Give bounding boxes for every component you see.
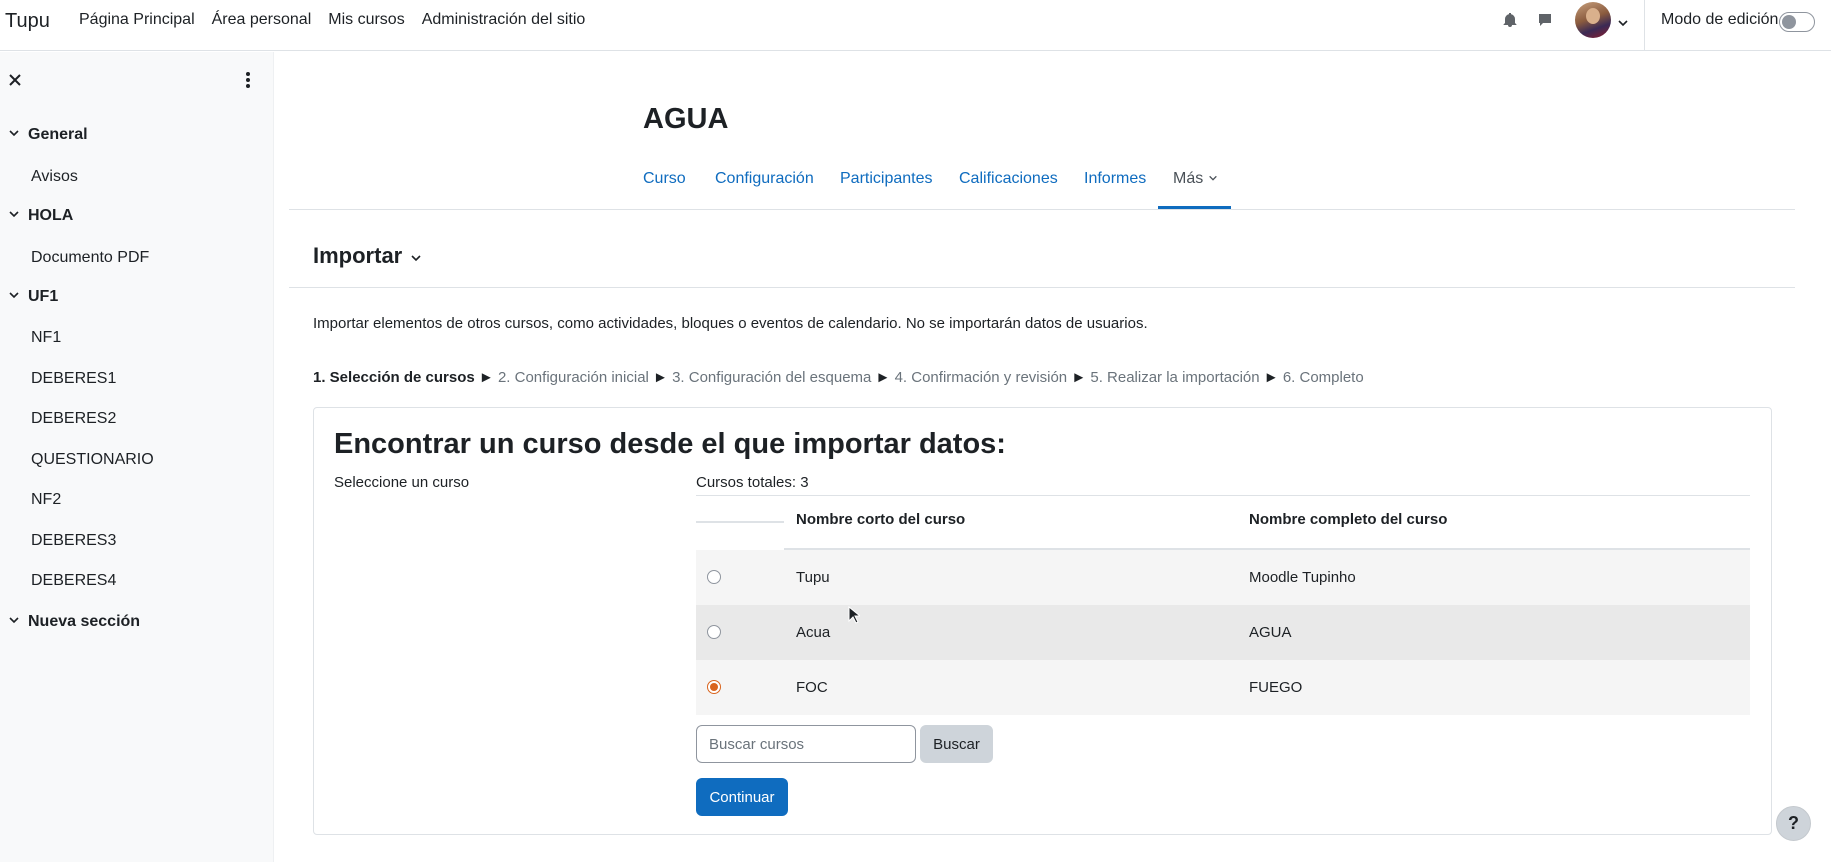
table-header-row: Nombre corto del curso Nombre completo d… (696, 496, 1750, 550)
step-separator: ► (478, 369, 494, 386)
page-title-selector[interactable]: Importar (313, 243, 422, 269)
sidebar-item[interactable]: Avisos (31, 168, 78, 186)
course-title: AGUA (643, 103, 729, 135)
chat-icon[interactable] (1535, 10, 1555, 30)
tab-more-label: Más (1173, 170, 1204, 187)
tab-settings[interactable]: Configuración (715, 170, 814, 188)
page-title: Importar (313, 243, 403, 268)
chevron-down-icon (1208, 175, 1217, 181)
sidebar-item[interactable]: DEBERES3 (31, 532, 116, 550)
user-avatar[interactable] (1575, 2, 1611, 38)
heading-divider (289, 287, 1795, 288)
sidebar-section-nueva-seccion[interactable]: Nueva sección (8, 613, 140, 631)
active-tab-indicator (1158, 206, 1231, 209)
step-separator: ► (875, 369, 891, 386)
course-search-title: Encontrar un curso desde el que importar… (334, 428, 1006, 460)
course-fullname: AGUA (1249, 624, 1292, 641)
sidebar-item[interactable]: DEBERES4 (31, 572, 116, 590)
bell-icon[interactable] (1500, 10, 1520, 30)
course-fullname: FUEGO (1249, 679, 1303, 696)
step-5: 5. Realizar la importación (1090, 369, 1260, 386)
course-search-input[interactable] (696, 725, 916, 763)
top-navbar: Tupu Página Principal Área personal Mis … (0, 0, 1831, 51)
step-1: 1. Selección de cursos (313, 369, 475, 386)
tab-reports[interactable]: Informes (1084, 170, 1146, 188)
import-intro-text: Importar elementos de otros cursos, como… (313, 315, 1148, 332)
step-separator: ► (1071, 369, 1087, 386)
kebab-menu-icon[interactable] (241, 70, 255, 90)
tab-more[interactable]: Más (1173, 170, 1218, 188)
nav-link-my-courses[interactable]: Mis cursos (328, 11, 404, 29)
course-index-drawer: General Avisos HOLA Documento PDF UF1 NF… (0, 52, 274, 862)
sidebar-item[interactable]: QUESTIONARIO (31, 451, 154, 469)
course-shortname: Tupu (796, 569, 830, 586)
import-progress-steps: 1. Selección de cursos ► 2. Configuració… (313, 369, 1364, 386)
sidebar-section-uf1[interactable]: UF1 (8, 288, 58, 306)
step-separator: ► (1263, 369, 1279, 386)
table-row[interactable]: Tupu Moodle Tupinho (696, 550, 1750, 605)
sidebar-item[interactable]: DEBERES1 (31, 370, 116, 388)
course-shortname: FOC (796, 679, 828, 696)
sidebar-item[interactable]: NF2 (31, 491, 61, 509)
chevron-down-icon[interactable] (8, 288, 20, 306)
step-2: 2. Configuración inicial (497, 369, 649, 386)
header-select-column (696, 521, 784, 523)
column-header-shortname: Nombre corto del curso (796, 511, 966, 528)
step-4: 4. Confirmación y revisión (894, 369, 1068, 386)
sidebar-item[interactable]: Documento PDF (31, 249, 149, 267)
sidebar-section-title: General (28, 126, 88, 143)
course-radio[interactable] (707, 570, 721, 584)
edit-mode-label: Modo de edición (1661, 11, 1779, 28)
course-radio[interactable] (707, 680, 721, 694)
chevron-down-icon[interactable] (8, 126, 20, 144)
chevron-down-icon[interactable] (8, 613, 20, 631)
course-search-card: Encontrar un curso desde el que importar… (313, 407, 1772, 835)
primary-navigation: Página Principal Área personal Mis curso… (79, 11, 602, 29)
course-fullname: Moodle Tupinho (1249, 569, 1356, 586)
help-button[interactable]: ? (1776, 806, 1811, 841)
tab-course[interactable]: Curso (643, 170, 686, 188)
step-separator: ► (653, 369, 668, 386)
close-drawer-icon[interactable] (8, 71, 22, 92)
total-courses-text: Cursos totales: 3 (696, 474, 809, 491)
course-secondary-nav: Curso Configuración Participantes Califi… (289, 160, 1795, 210)
user-menu-chevron-icon[interactable] (1617, 14, 1629, 27)
nav-link-dashboard[interactable]: Área personal (212, 11, 312, 29)
table-row[interactable]: FOC FUEGO (696, 660, 1750, 715)
chevron-down-icon[interactable] (8, 207, 20, 225)
step-3: 3. Configuración del esquema (672, 369, 872, 386)
navbar-divider (1644, 0, 1645, 51)
select-course-label: Seleccione un curso (334, 474, 470, 491)
course-radio[interactable] (707, 625, 721, 639)
continue-button[interactable]: Continuar (696, 778, 788, 816)
nav-link-site-admin[interactable]: Administración del sitio (422, 11, 586, 29)
sidebar-section-title: HOLA (28, 207, 74, 224)
search-button[interactable]: Buscar (920, 725, 993, 763)
chevron-down-icon (411, 255, 421, 262)
sidebar-item[interactable]: NF1 (31, 329, 61, 347)
tab-participants[interactable]: Participantes (840, 170, 933, 188)
step-6: 6. Completo (1282, 369, 1364, 386)
mouse-cursor-icon (848, 606, 860, 624)
tab-grades[interactable]: Calificaciones (959, 170, 1058, 188)
sidebar-section-general[interactable]: General (8, 126, 88, 144)
site-brand[interactable]: Tupu (5, 10, 50, 33)
sidebar-section-title: Nueva sección (28, 613, 141, 630)
sidebar-section-title: UF1 (28, 288, 59, 305)
edit-mode-toggle[interactable] (1779, 12, 1815, 32)
column-header-fullname: Nombre completo del curso (1249, 511, 1448, 528)
nav-link-home[interactable]: Página Principal (79, 11, 195, 29)
course-shortname: Acua (796, 624, 831, 641)
sidebar-section-hola[interactable]: HOLA (8, 207, 73, 225)
sidebar-item[interactable]: DEBERES2 (31, 410, 116, 428)
